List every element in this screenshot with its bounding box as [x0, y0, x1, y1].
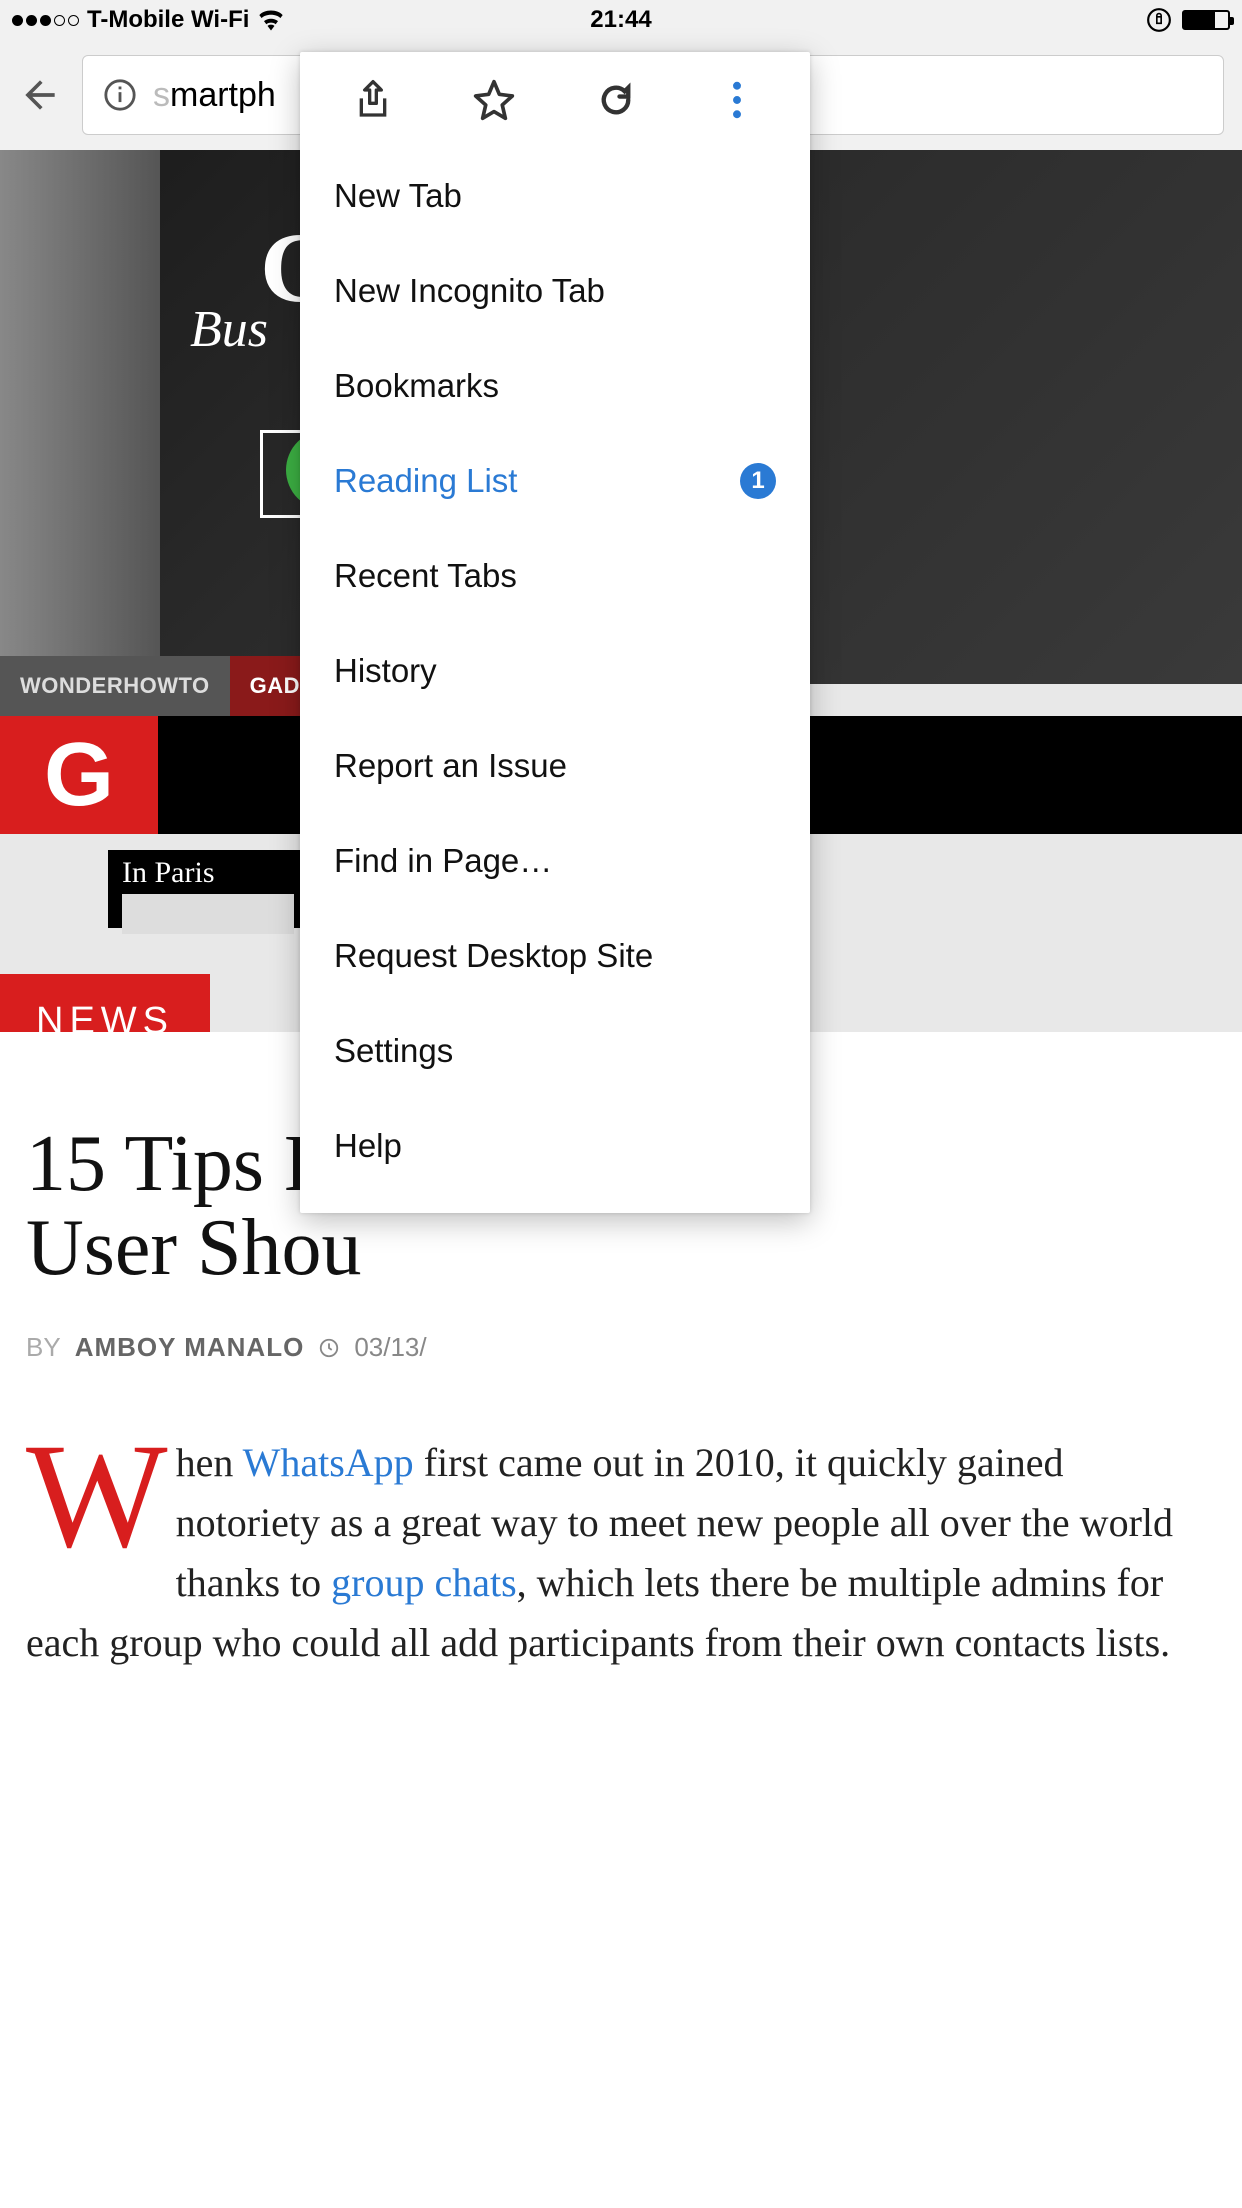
- nav-wonderhowto[interactable]: WONDERHOWTO: [0, 656, 230, 716]
- author-name[interactable]: AMBOY MANALO: [75, 1332, 305, 1363]
- menu-item-label: Request Desktop Site: [334, 937, 653, 975]
- article-date: 03/13/: [354, 1332, 426, 1363]
- byline: BY AMBOY MANALO 03/13/: [26, 1332, 1216, 1363]
- menu-item-report-an-issue[interactable]: Report an Issue: [300, 718, 810, 813]
- menu-item-settings[interactable]: Settings: [300, 1003, 810, 1098]
- menu-item-recent-tabs[interactable]: Recent Tabs: [300, 528, 810, 623]
- menu-item-bookmarks[interactable]: Bookmarks: [300, 338, 810, 433]
- back-button[interactable]: [18, 73, 62, 117]
- site-logo[interactable]: G: [0, 716, 158, 834]
- more-button[interactable]: [707, 70, 767, 130]
- menu-item-new-tab[interactable]: New Tab: [300, 148, 810, 243]
- status-bar: T-Mobile Wi-Fi 21:44: [0, 0, 1242, 40]
- carrier-label: T-Mobile Wi-Fi: [87, 6, 249, 34]
- menu-item-label: New Tab: [334, 177, 462, 215]
- menu-item-label: Reading List: [334, 462, 517, 500]
- menu-item-help[interactable]: Help: [300, 1098, 810, 1193]
- menu-item-label: New Incognito Tab: [334, 272, 605, 310]
- menu-item-label: Find in Page…: [334, 842, 552, 880]
- bookmark-star-button[interactable]: [464, 70, 524, 130]
- status-left: T-Mobile Wi-Fi: [12, 6, 285, 34]
- status-right: [1146, 7, 1230, 33]
- signal-dots: [12, 15, 79, 26]
- menu-item-new-incognito-tab[interactable]: New Incognito Tab: [300, 243, 810, 338]
- battery-icon: [1182, 10, 1230, 30]
- menu-item-history[interactable]: History: [300, 623, 810, 718]
- orientation-lock-icon: [1146, 7, 1172, 33]
- menu-item-label: Help: [334, 1127, 402, 1165]
- site-info-icon[interactable]: [103, 78, 137, 112]
- menu-item-request-desktop-site[interactable]: Request Desktop Site: [300, 908, 810, 1003]
- reload-button[interactable]: [586, 70, 646, 130]
- wifi-icon: [257, 9, 285, 31]
- reading-list-badge: 1: [740, 463, 776, 499]
- menu-item-find-in-page[interactable]: Find in Page…: [300, 813, 810, 908]
- share-button[interactable]: [343, 70, 403, 130]
- menu-item-label: Recent Tabs: [334, 557, 517, 595]
- menu-item-label: History: [334, 652, 437, 690]
- clock: 21:44: [590, 6, 651, 34]
- clock-icon: [318, 1337, 340, 1359]
- menu-item-reading-list[interactable]: Reading List 1: [300, 433, 810, 528]
- menu-item-label: Report an Issue: [334, 747, 567, 785]
- link-group-chats[interactable]: group chats: [331, 1560, 517, 1605]
- url-text: smartph: [153, 76, 276, 115]
- article-body: When WhatsApp first came out in 2010, it…: [26, 1433, 1216, 1673]
- menu-item-label: Settings: [334, 1032, 453, 1070]
- link-whatsapp[interactable]: WhatsApp: [243, 1440, 414, 1485]
- menu-toolbar: [300, 52, 810, 148]
- paris-widget: In Paris: [108, 850, 308, 928]
- overflow-menu: New Tab New Incognito Tab Bookmarks Reading…: [300, 52, 810, 1213]
- menu-item-label: Bookmarks: [334, 367, 499, 405]
